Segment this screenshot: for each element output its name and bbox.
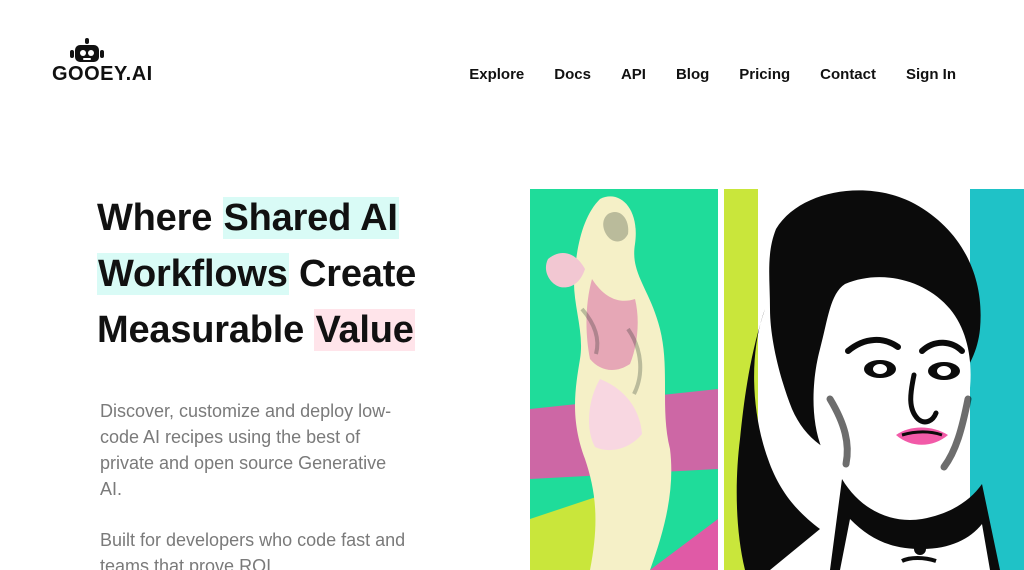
top-nav: Explore Docs API Blog Pricing Contact Si… (469, 66, 956, 84)
logo-link[interactable]: GOOEY.AI (52, 38, 162, 88)
page: GOOEY.AI Explore Docs API Blog Pricing C… (0, 0, 1024, 570)
hero-artwork (530, 189, 1024, 570)
nav-blog[interactable]: Blog (676, 66, 709, 84)
hero-title-line-2-suffix: Create (288, 253, 417, 295)
logo-text: GOOEY.AI (52, 63, 153, 85)
hero-subtitle: Discover, customize and deploy low-code … (100, 401, 392, 499)
hero-title-line-1: Where Shared AI (97, 190, 527, 246)
art-panel-right (724, 189, 1024, 570)
nav-sign-in[interactable]: Sign In (906, 66, 956, 84)
hero-subtitle-2: Built for developers who code fast and t… (100, 530, 406, 570)
hero-title-highlight-value: Value (314, 309, 415, 351)
nav-contact[interactable]: Contact (820, 66, 876, 84)
nav-api[interactable]: API (621, 66, 646, 84)
nav-docs[interactable]: Docs (554, 66, 591, 84)
hero-title-line-3-prefix: Measurable (97, 309, 315, 351)
nav-explore[interactable]: Explore (469, 66, 524, 84)
nav-pricing[interactable]: Pricing (739, 66, 790, 84)
hero-title-highlight-shared-ai: Shared AI (222, 197, 399, 239)
site-header: GOOEY.AI Explore Docs API Blog Pricing C… (0, 0, 1024, 120)
hero-title-highlight-workflows: Workflows (97, 253, 289, 295)
art-panel-left (530, 189, 718, 570)
robot-icon (70, 38, 104, 66)
hero-title: Where Shared AI Workflows Create Measura… (97, 190, 527, 358)
hero-title-line-2: Workflows Create (97, 246, 527, 302)
hero-title-line-1-prefix: Where (97, 197, 223, 239)
hero-title-line-3: Measurable Value (97, 302, 527, 358)
